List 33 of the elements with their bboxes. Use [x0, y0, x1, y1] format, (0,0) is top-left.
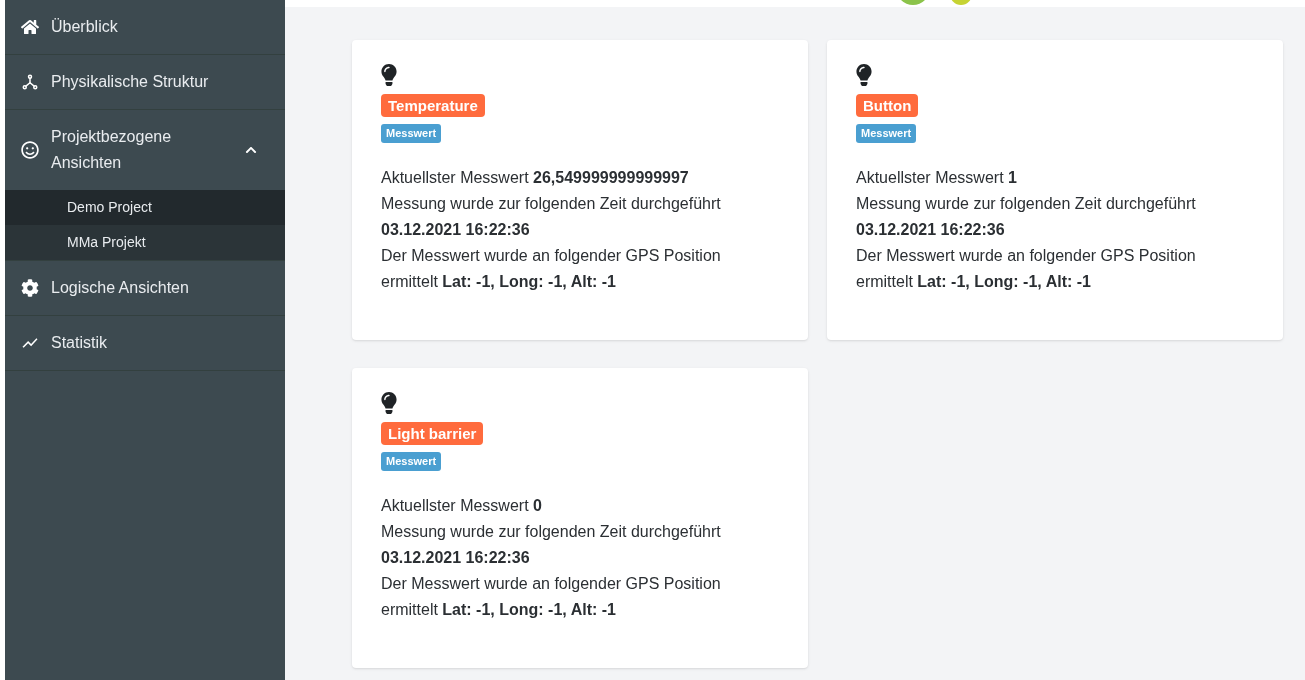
measurement-text: Der Messwert wurde an folgender GPS Position ermittelt Lat: -1, Long: -1, Alt: -1 [856, 246, 1197, 292]
sidebar-item[interactable]: Projektbezogene Ansichten [5, 110, 285, 190]
measurement-text: Aktuellster Messwert 26,549999999999997 [381, 168, 690, 188]
sensor-name: Light barrier [381, 422, 484, 445]
measurement-text: Der Messwert wurde an folgender GPS Position ermittelt Lat: -1, Long: -1, Alt: -1 [381, 574, 722, 620]
lightbulb-icon [381, 392, 397, 414]
measurement-text: Messung wurde zur folgenden Zeit durchgeführt [381, 522, 722, 542]
type-tag: Messwert [381, 452, 442, 471]
hierarchy-icon [21, 73, 39, 91]
lightbulb-icon [856, 64, 872, 86]
sidebar-item[interactable]: Physikalische Struktur [5, 55, 285, 109]
sidebar-item[interactable]: Logische Ansichten [5, 261, 285, 315]
measurement-text: Aktuellster Messwert 1 [856, 168, 1018, 188]
type-tag: Messwert [381, 124, 442, 143]
measurement-text: 03.12.2021 16:22:36 [381, 220, 531, 240]
chevron-up-icon [245, 144, 257, 156]
type-tag: Messwert [856, 124, 917, 143]
measurement-text: Messung wurde zur folgenden Zeit durchgeführt [381, 194, 722, 214]
sidebar-item[interactable]: Überblick [5, 0, 285, 54]
lightbulb-icon [381, 64, 397, 86]
sidebar-item[interactable]: Statistik [5, 316, 285, 370]
measurement-text: Aktuellster Messwert 0 [381, 496, 543, 516]
measurement-text: Der Messwert wurde an folgender GPS Position ermittelt Lat: -1, Long: -1, Alt: -1 [381, 246, 722, 292]
sensor-name: Button [856, 94, 919, 117]
measurement-text: 03.12.2021 16:22:36 [381, 548, 531, 568]
sensor-name: Temperature [381, 94, 485, 117]
sidebar-subitem[interactable]: MMa Projekt [5, 225, 285, 260]
sidebar-subitem[interactable]: Demo Project [5, 190, 285, 225]
home-icon [21, 18, 39, 36]
settings-icon [21, 279, 39, 297]
measurement-text: 03.12.2021 16:22:36 [856, 220, 1006, 240]
measurement-text: Messung wurde zur folgenden Zeit durchgeführt [856, 194, 1197, 214]
smiley-icon [21, 141, 39, 159]
